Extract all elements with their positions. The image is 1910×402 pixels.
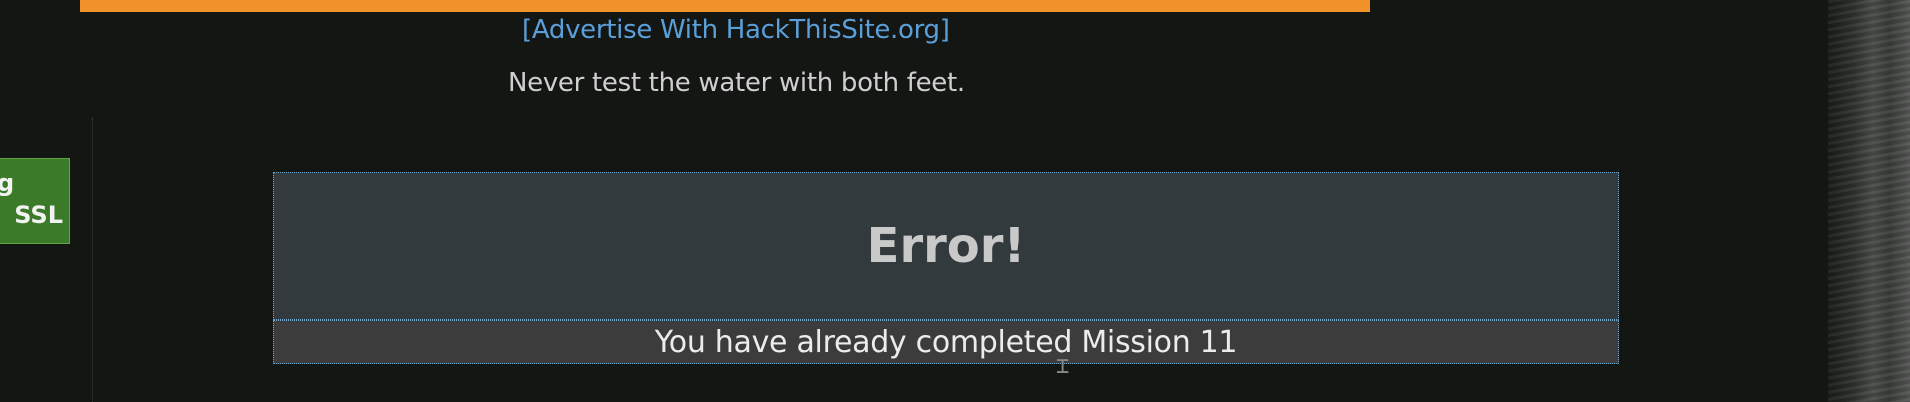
page: [Advertise With HackThisSite.org] Never … <box>0 0 1910 402</box>
column-divider <box>92 118 93 402</box>
error-title: Error! <box>866 218 1026 274</box>
error-message: You have already completed Mission 11 <box>654 324 1238 360</box>
orange-banner[interactable] <box>80 0 1370 12</box>
error-header: Error! <box>273 172 1619 320</box>
text-cursor-icon: ⌶ <box>1056 354 1070 379</box>
error-message-row: You have already completed Mission 11 <box>273 320 1619 364</box>
open-bracket: [ <box>522 15 532 45</box>
ssl-badge-line1: g <box>0 167 69 199</box>
random-quote: Never test the water with both feet. <box>508 68 965 98</box>
ssl-badge[interactable]: g SSL <box>0 158 70 244</box>
advertise-link[interactable]: [Advertise With HackThisSite.org] <box>522 15 950 45</box>
close-bracket: ] <box>939 15 950 45</box>
error-panel: Error! You have already completed Missio… <box>273 172 1619 364</box>
background-texture <box>1828 0 1910 402</box>
advertise-link-label[interactable]: Advertise With HackThisSite.org <box>532 15 940 45</box>
ssl-badge-line2: SSL <box>14 201 63 229</box>
